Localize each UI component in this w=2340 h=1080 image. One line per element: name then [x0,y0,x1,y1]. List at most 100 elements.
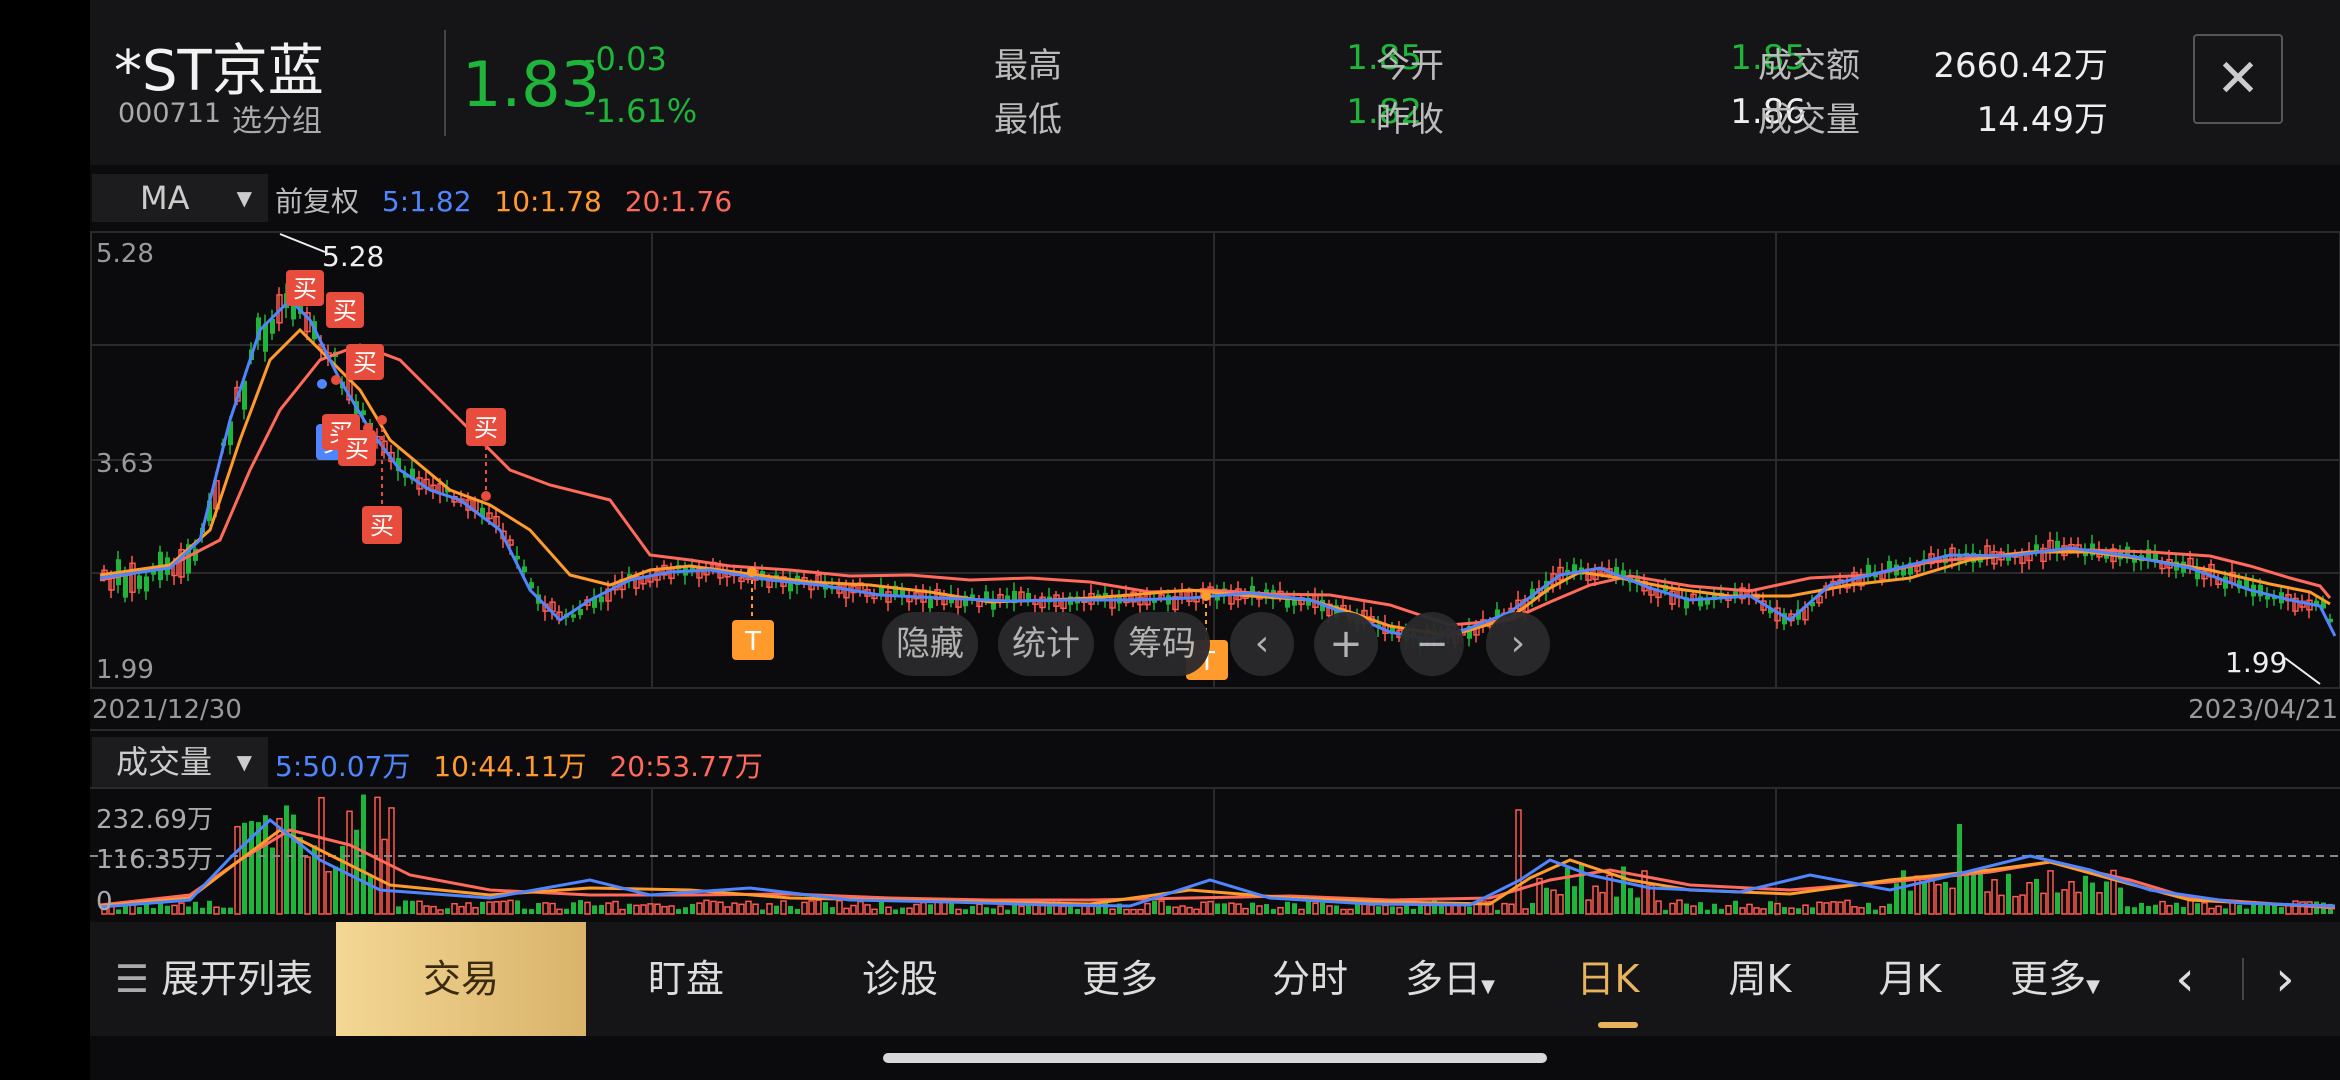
volume-bar [780,900,787,915]
volume-bar [1404,904,1409,914]
volume-bar [2201,902,2208,915]
volume-bar [1172,906,1179,915]
volume-bar [1382,904,1389,915]
volume-bar [592,905,597,914]
volume-bar [738,903,745,915]
buy-marker[interactable]: 买 [326,292,364,328]
volume-bar [1109,908,1116,915]
buy-marker[interactable]: 买 [362,506,402,544]
buy-marker[interactable]: 买 [286,270,324,306]
diagnose-button[interactable]: 诊股 [830,922,970,1036]
volume-bar [2195,903,2200,914]
vol-ma10-value: 10:44.11万 [433,750,587,783]
volume-bar [801,901,808,915]
volume-bar [270,847,275,914]
svg-text:买: 买 [293,275,317,303]
volume-bar [690,903,695,914]
next-tab-button[interactable]: › [2250,922,2320,1036]
volume-bar [116,909,121,914]
active-tab-indicator [1598,1022,1638,1028]
buy-marker[interactable]: 买 [346,344,384,380]
expand-list-label: 展开列表 [161,957,314,1001]
tab-weekly-k[interactable]: 周K [1690,922,1830,1036]
volume-bar [171,904,178,915]
volume-bar [1957,824,1962,914]
volume-bar [1334,905,1339,914]
volume-bar [1215,903,1220,914]
y-axis-bottom: 1.99 [96,655,154,685]
volume-bar [1018,905,1025,915]
volume-bar [710,900,717,915]
volume-bar [843,907,850,915]
volume-bar [830,907,835,914]
volume-bar [1614,896,1619,914]
t-marker[interactable]: T [732,620,774,660]
hide-button[interactable]: 隐藏 [882,612,978,676]
dropdown-arrow-icon: ▼ [1481,976,1495,997]
volume-bar [1802,904,1809,915]
volume-bar [507,899,514,915]
tab-multiday[interactable]: 多日▼ [1390,922,1510,1036]
chevron-left-icon: ‹ [1254,623,1270,664]
scroll-right-button[interactable]: › [1486,612,1550,676]
tab-intraday[interactable]: 分时 [1250,922,1370,1036]
volume-bar [2055,892,2060,914]
volume-bar [1285,901,1290,914]
volume-bar [2019,894,2026,915]
volume-bar [1039,904,1046,915]
dropdown-arrow-icon: ▼ [236,750,252,774]
zoom-in-button[interactable]: + [1314,612,1378,676]
prev-tab-button[interactable]: ‹ [2150,922,2220,1036]
chevron-right-icon: › [2275,951,2295,1007]
candle [144,576,149,592]
more-button[interactable]: 更多 [1050,922,1190,1036]
watch-button[interactable]: 盯盘 [616,922,756,1036]
volume-bar [2181,906,2186,914]
volume-bar [808,900,815,915]
tab-more[interactable]: 更多▼ [1990,922,2120,1036]
volume-bar [178,902,185,915]
volume-bar [745,900,752,915]
scroll-left-button[interactable]: ‹ [1230,612,1294,676]
volume-bar [1991,879,1998,915]
volume-bar [885,906,892,915]
volume-bar [284,805,289,914]
buy-marker[interactable]: 买 [338,430,376,466]
volume-bar [1277,906,1284,915]
volume-bar [263,815,268,914]
volume-bar [906,907,913,915]
volume-bar [963,909,968,914]
svg-text:买: 买 [474,414,498,442]
trade-button[interactable]: 交易 [336,922,586,1036]
volume-bar [2090,882,2095,914]
volume-bar [1292,903,1297,914]
volume-bar [774,905,779,914]
expand-list-button[interactable]: ☰ 展开列表 [90,922,338,1036]
stats-button[interactable]: 统计 [998,612,1094,676]
volume-bar [1179,905,1186,915]
chevron-right-icon: › [1510,623,1526,664]
volume-bar [955,908,962,915]
volume-select-dropdown[interactable]: 成交量 ▼ [92,737,268,787]
buy-marker[interactable]: 买 [466,408,506,446]
volume-bar [368,875,373,914]
volume-bar [2132,907,2137,914]
tab-daily-k[interactable]: 日K [1538,922,1678,1036]
volume-bar [1557,894,1564,915]
home-indicator[interactable] [883,1053,1547,1063]
zoom-out-button[interactable]: − [1400,612,1464,676]
volume-bar [668,905,675,915]
volume-bar [1501,902,1508,915]
volume-bar [2061,889,2068,915]
volume-bar [207,900,212,914]
volume-bar [752,903,759,915]
chips-button[interactable]: 筹码 [1114,612,1210,676]
volume-bar [1887,903,1892,914]
chevron-left-icon: ‹ [2175,951,2195,1007]
volume-bar [724,906,731,915]
volume-bar [2012,895,2019,915]
volume-bar [1271,909,1276,914]
volume-bar [423,905,430,915]
tab-monthly-k[interactable]: 月K [1840,922,1980,1036]
volume-bar [1222,903,1227,914]
